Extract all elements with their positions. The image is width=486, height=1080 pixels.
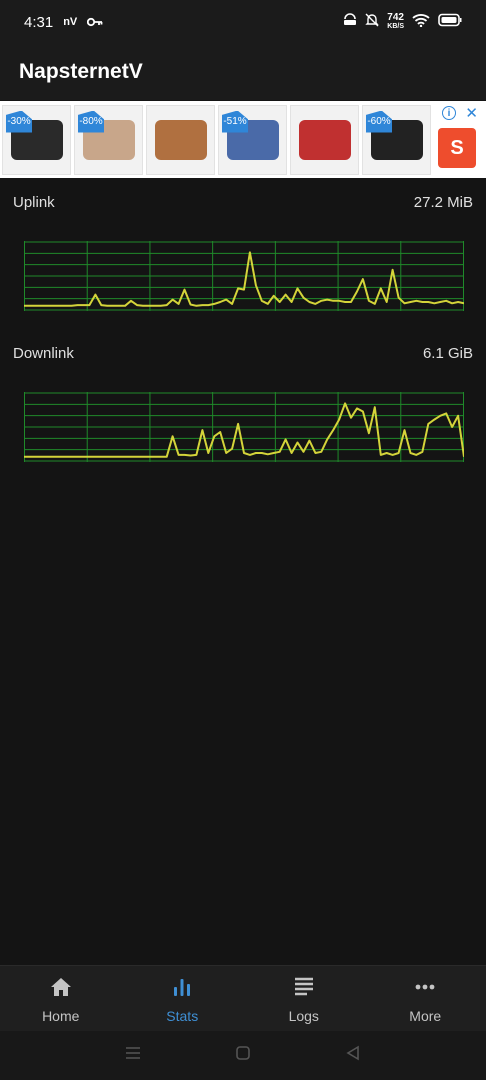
nav-logs[interactable]: Logs xyxy=(243,966,365,1031)
discount-badge: -80% xyxy=(78,110,104,133)
nav-stats[interactable]: Stats xyxy=(122,966,244,1031)
nav-logs-label: Logs xyxy=(288,1007,319,1024)
app-bar: NapsternetV xyxy=(0,44,486,100)
vpn-icon xyxy=(343,12,357,32)
bottom-nav: Home Stats Logs More xyxy=(0,965,486,1031)
info-icon[interactable]: i xyxy=(442,106,456,120)
uplink-graph xyxy=(24,241,464,311)
home-icon xyxy=(48,974,74,1003)
stats-icon xyxy=(169,974,195,1003)
wifi-icon xyxy=(412,13,430,32)
status-time: 4:31 xyxy=(24,13,54,31)
downlink-series-line xyxy=(24,402,464,458)
nav-home-label: Home xyxy=(42,1007,80,1024)
ad-item[interactable] xyxy=(146,104,215,175)
app-title: NapsternetV xyxy=(19,60,143,83)
discount-badge: -30% xyxy=(6,110,32,133)
ad-banner[interactable]: -30% -80% -51% -60% xyxy=(0,101,486,178)
nav-more-label: More xyxy=(409,1007,442,1024)
ad-item[interactable]: -30% xyxy=(2,104,71,175)
discount-badge: -60% xyxy=(366,110,392,133)
ad-item[interactable]: -60% xyxy=(362,104,431,175)
downlink-header: Downlink 6.1 GiB xyxy=(0,338,486,368)
speed-unit: KB/S xyxy=(387,23,404,30)
ad-product-image xyxy=(299,119,351,160)
nav-home[interactable]: Home xyxy=(0,966,122,1031)
ad-extra: i ✕ S xyxy=(434,104,482,176)
key-icon xyxy=(87,14,103,31)
uplink-series-line xyxy=(24,251,464,307)
ad-item[interactable]: -80% xyxy=(74,104,143,175)
status-left: 4:31 nV xyxy=(24,14,103,31)
nav-stats-label: Stats xyxy=(166,1007,199,1024)
system-nav xyxy=(0,1031,486,1080)
uplink-header: Uplink 27.2 MiB xyxy=(0,187,486,217)
back-icon[interactable] xyxy=(344,1044,362,1067)
menu-icon[interactable] xyxy=(124,1044,142,1067)
logs-icon xyxy=(291,974,317,1003)
nav-more[interactable]: More xyxy=(365,966,486,1031)
bell-off-icon xyxy=(365,13,379,32)
ad-product-image xyxy=(155,119,207,160)
speed-value: 742 xyxy=(387,12,404,23)
ad-item[interactable]: -51% xyxy=(218,104,287,175)
status-bar: 4:31 nV 742 KB/S xyxy=(0,0,486,44)
downlink-label: Downlink xyxy=(13,344,74,362)
carrier-badge: nV xyxy=(63,16,78,28)
shop-logo[interactable]: S xyxy=(438,128,476,168)
battery-icon xyxy=(438,13,462,32)
home-square-icon[interactable] xyxy=(234,1044,252,1067)
uplink-value: 27.2 MiB xyxy=(413,193,473,211)
status-right: 742 KB/S xyxy=(343,13,462,32)
downlink-graph xyxy=(24,392,464,462)
uplink-label: Uplink xyxy=(13,193,55,211)
ad-item[interactable] xyxy=(290,104,359,175)
graph-grid xyxy=(24,241,464,311)
network-speed: 742 KB/S xyxy=(387,13,404,31)
discount-badge: -51% xyxy=(222,110,248,133)
close-icon[interactable]: ✕ xyxy=(465,104,478,122)
more-icon xyxy=(412,974,438,1003)
downlink-value: 6.1 GiB xyxy=(422,344,473,362)
